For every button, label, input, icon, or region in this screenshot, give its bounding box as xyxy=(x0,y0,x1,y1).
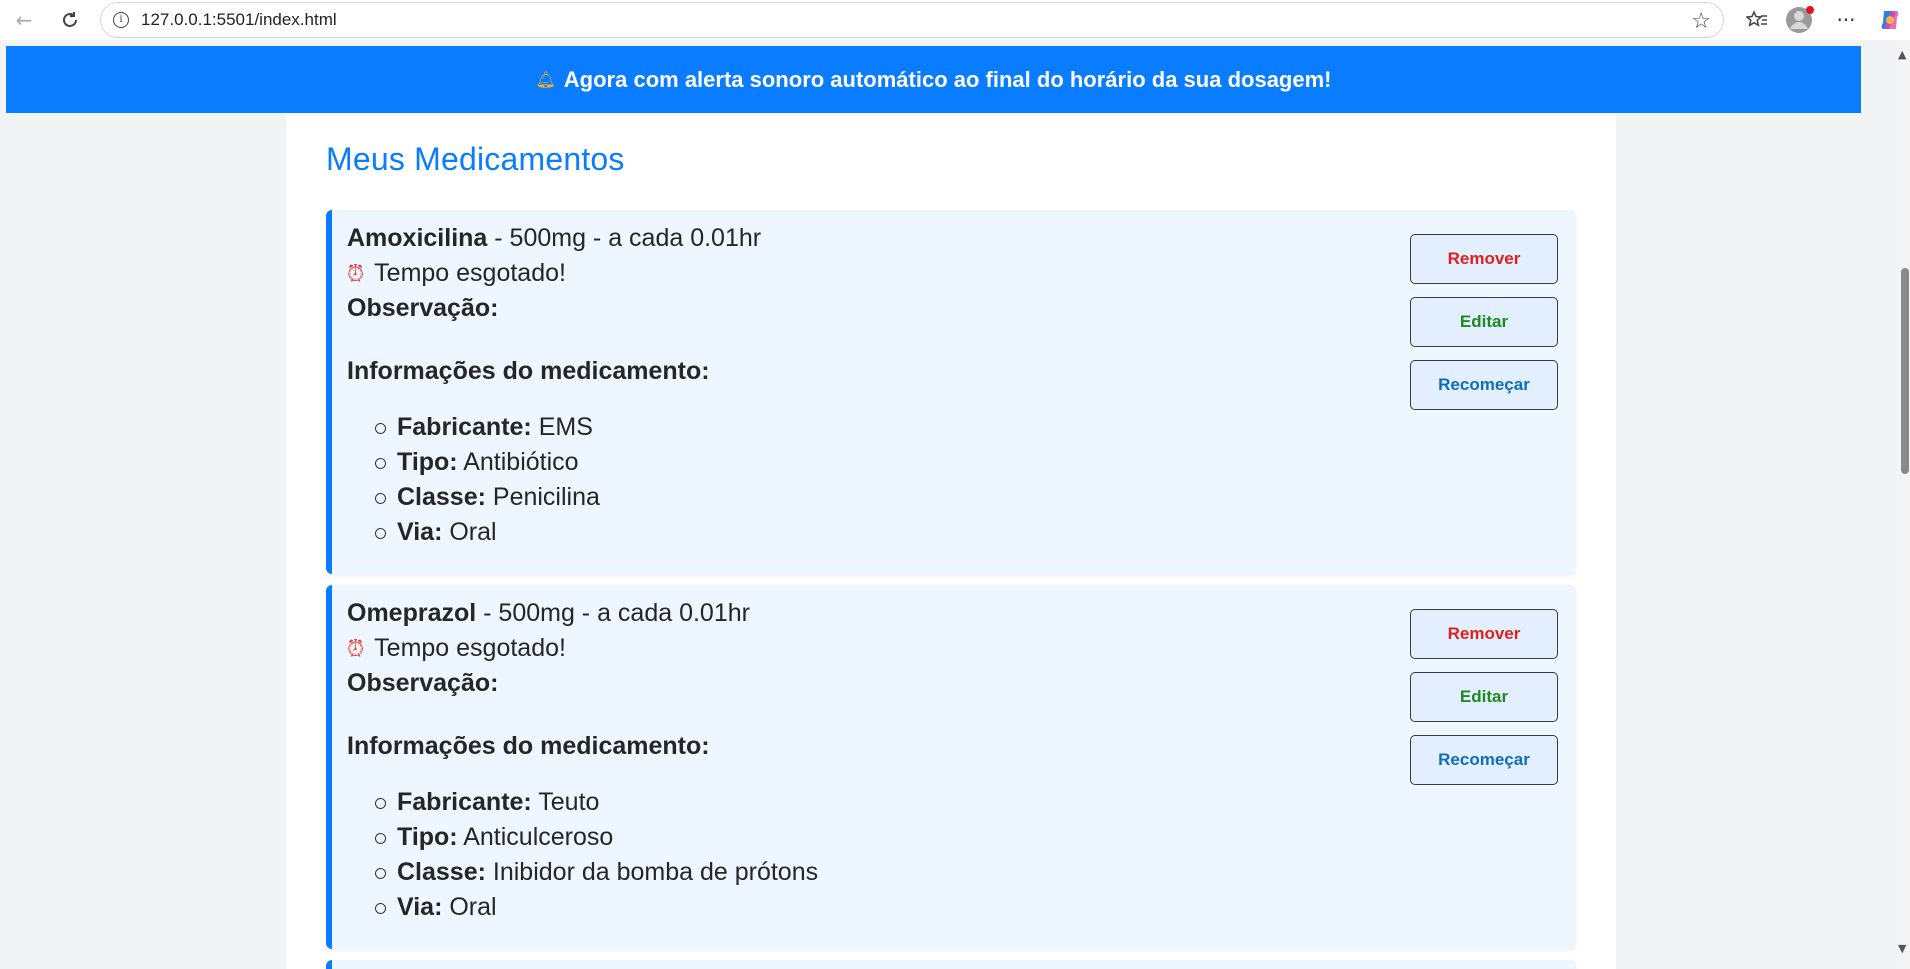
bell-icon: 🔔︎ xyxy=(535,70,556,89)
address-bar[interactable]: i 127.0.0.1:5501/index.html ☆ xyxy=(100,2,1724,38)
medication-header: Omeprazol - 500mg - a cada 0.01hr xyxy=(347,599,750,628)
info-heading: Informações do medicamento: xyxy=(347,357,710,386)
info-item-tipo: Tipo: Anticulceroso xyxy=(347,820,818,855)
info-item-classe: Classe: Inibidor da bomba de prótons xyxy=(347,855,818,890)
info-label: Classe: xyxy=(397,858,486,886)
timer-text: Tempo esgotado! xyxy=(374,259,566,287)
info-item-fabricante: Fabricante: EMS xyxy=(347,410,600,445)
info-value: Anticulceroso xyxy=(457,823,614,851)
info-heading-text: Informações do medicamento: xyxy=(347,357,710,385)
medication-card: Amoxicilina - 500mg - a cada 0.01hr ⏰︎ Te… xyxy=(326,210,1576,574)
scroll-down-arrow-icon[interactable]: ▼ xyxy=(1898,942,1906,955)
alarm-clock-icon: ⏰︎ xyxy=(347,636,365,661)
reload-icon[interactable] xyxy=(56,6,84,34)
medication-info-list: Fabricante: Teuto Tipo: Anticulceroso Cl… xyxy=(347,785,818,925)
info-value: Penicilina xyxy=(485,483,600,511)
info-value: EMS xyxy=(531,413,593,441)
info-item-fabricante: Fabricante: Teuto xyxy=(347,785,818,820)
medication-header: Amoxicilina - 500mg - a cada 0.01hr xyxy=(347,224,761,253)
page-scrollbar[interactable]: ▲ ▼ xyxy=(1897,40,1910,969)
timer-status: ⏰︎ Tempo esgotado! xyxy=(347,634,566,663)
timer-status: ⏰︎ Tempo esgotado! xyxy=(347,259,566,288)
info-label: Tipo: xyxy=(397,823,458,851)
info-value: Oral xyxy=(442,518,497,546)
banner-text: Agora com alerta sonoro automático ao fi… xyxy=(563,66,1332,92)
medication-dose: - 500mg - a cada 0.01hr xyxy=(487,224,762,252)
timer-text: Tempo esgotado! xyxy=(374,634,566,662)
observation: Observação: xyxy=(347,669,498,698)
profile-avatar-icon[interactable] xyxy=(1784,6,1816,34)
remove-button[interactable]: Remover xyxy=(1410,234,1558,284)
info-label: Via: xyxy=(397,893,443,921)
info-label: Via: xyxy=(397,518,443,546)
info-item-classe: Classe: Penicilina xyxy=(347,480,600,515)
site-info-icon[interactable]: i xyxy=(113,12,129,28)
favorite-star-icon[interactable]: ☆ xyxy=(1691,9,1711,34)
medication-card: Omeprazol - 500mg - a cada 0.01hr ⏰︎ Temp… xyxy=(326,585,1576,949)
info-value: Antibiótico xyxy=(457,448,579,476)
info-label: Fabricante: xyxy=(397,413,532,441)
info-heading-text: Informações do medicamento: xyxy=(347,732,710,760)
more-options-icon[interactable]: ··· xyxy=(1832,6,1860,34)
scroll-up-arrow-icon[interactable]: ▲ xyxy=(1898,48,1906,61)
info-label: Tipo: xyxy=(397,448,458,476)
edit-button[interactable]: Editar xyxy=(1410,297,1558,347)
medication-name: Omeprazol xyxy=(347,599,477,627)
medication-card xyxy=(326,960,1576,969)
observation: Observação: xyxy=(347,294,498,323)
info-value: Teuto xyxy=(531,788,600,816)
alarm-clock-icon: ⏰︎ xyxy=(347,261,365,286)
scroll-thumb[interactable] xyxy=(1901,268,1909,474)
address-url[interactable]: 127.0.0.1:5501/index.html xyxy=(141,10,337,30)
observation-label: Observação: xyxy=(347,294,499,322)
medication-dose: - 500mg - a cada 0.01hr xyxy=(476,599,750,627)
copilot-icon[interactable] xyxy=(1876,6,1904,34)
info-label: Fabricante: xyxy=(397,788,532,816)
info-item-tipo: Tipo: Antibiótico xyxy=(347,445,600,480)
browser-toolbar: ← i 127.0.0.1:5501/index.html ☆ ··· xyxy=(0,0,1910,40)
alert-banner: 🔔︎ Agora com alerta sonoro automático ao… xyxy=(6,46,1861,113)
restart-button[interactable]: Recomeçar xyxy=(1410,360,1558,410)
restart-button[interactable]: Recomeçar xyxy=(1410,735,1558,785)
remove-button[interactable]: Remover xyxy=(1410,609,1558,659)
medication-info-list: Fabricante: EMS Tipo: Antibiótico Classe… xyxy=(347,410,600,550)
info-heading: Informações do medicamento: xyxy=(347,732,710,761)
info-value: Oral xyxy=(442,893,497,921)
edit-button[interactable]: Editar xyxy=(1410,672,1558,722)
info-item-via: Via: Oral xyxy=(347,515,600,550)
observation-label: Observação: xyxy=(347,669,499,697)
info-value: Inibidor da bomba de prótons xyxy=(485,858,819,886)
page-title: Meus Medicamentos xyxy=(326,141,625,177)
medication-name: Amoxicilina xyxy=(347,224,488,252)
favorites-icon[interactable] xyxy=(1743,6,1771,34)
main-container: Meus Medicamentos Amoxicilina - 500mg - … xyxy=(286,113,1616,969)
info-label: Classe: xyxy=(397,483,486,511)
info-item-via: Via: Oral xyxy=(347,890,818,925)
back-arrow-icon[interactable]: ← xyxy=(10,6,38,34)
